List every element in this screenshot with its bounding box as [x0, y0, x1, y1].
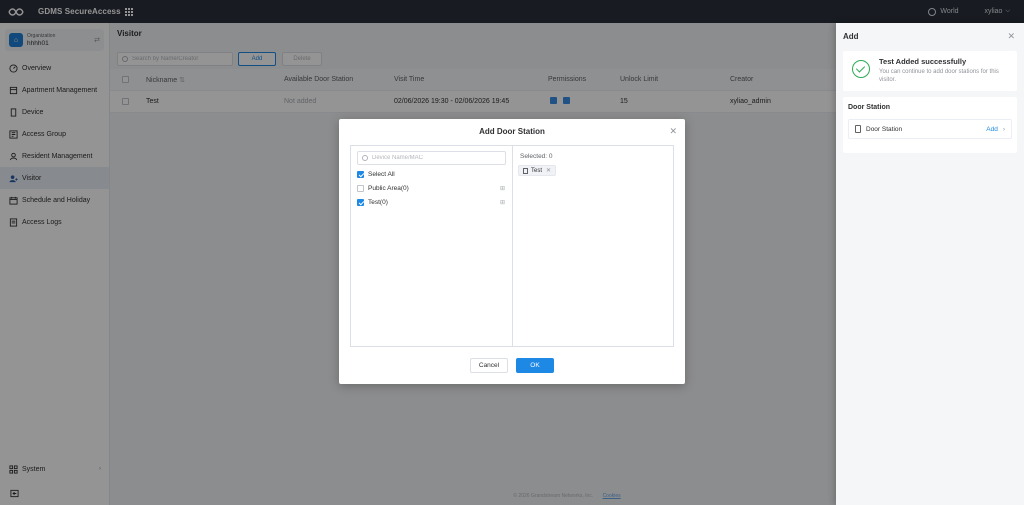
- ok-button[interactable]: OK: [516, 358, 554, 373]
- add-visitor-drawer: Add ✕ Test Added successfully You can co…: [836, 23, 1024, 505]
- building-icon: ⊞: [499, 185, 505, 192]
- select-all-row[interactable]: Select All: [357, 168, 509, 180]
- tree-item-checkbox[interactable]: [357, 198, 364, 206]
- dialog-title: Add Door Station: [479, 127, 545, 136]
- success-card: Test Added successfully You can continue…: [843, 51, 1017, 91]
- tree-item-label: Test(0): [368, 198, 388, 206]
- tree-item-checkbox[interactable]: [357, 184, 364, 192]
- device-search[interactable]: [357, 151, 506, 165]
- tree-item-test[interactable]: Test(0) ⊞: [357, 196, 509, 208]
- add-door-station-link[interactable]: Add: [986, 126, 998, 133]
- selected-panel: Selected: 0 Test ✕: [513, 146, 673, 346]
- device-tree-panel: Select All Public Area(0) ⊞ Test(0) ⊞: [351, 146, 513, 346]
- door-icon: [855, 125, 861, 133]
- door-station-section-title: Door Station: [848, 104, 890, 111]
- tree-item-label: Public Area(0): [368, 184, 409, 192]
- success-description: You can continue to add door stations fo…: [879, 69, 999, 83]
- select-all-label: Select All: [368, 170, 395, 178]
- dialog-close-icon[interactable]: ✕: [669, 126, 677, 137]
- tag-remove-icon[interactable]: ✕: [546, 167, 551, 174]
- cancel-button[interactable]: Cancel: [470, 358, 508, 373]
- building-icon: ⊞: [499, 199, 505, 206]
- device-search-input[interactable]: [372, 155, 502, 161]
- tree-item-public-area[interactable]: Public Area(0) ⊞: [357, 182, 509, 194]
- chevron-right-icon: ›: [1002, 125, 1005, 133]
- door-station-card: Door Station Door Station Add ›: [843, 97, 1017, 153]
- door-station-label: Door Station: [866, 125, 903, 133]
- drawer-title: Add: [843, 32, 859, 41]
- building-icon: [523, 167, 528, 174]
- transfer-panel: Select All Public Area(0) ⊞ Test(0) ⊞ Se…: [350, 145, 674, 347]
- add-door-station-dialog: Add Door Station ✕ Select All Public Are…: [339, 119, 685, 384]
- selected-count: Selected: 0: [520, 153, 553, 160]
- tag-label: Test: [531, 167, 543, 174]
- drawer-close-icon[interactable]: ✕: [1007, 31, 1015, 42]
- door-station-row[interactable]: Door Station Add ›: [848, 119, 1012, 139]
- selected-tag: Test ✕: [518, 165, 557, 176]
- success-title: Test Added successfully: [879, 57, 967, 66]
- select-all-checkbox[interactable]: [357, 170, 364, 178]
- success-check-icon: [852, 60, 870, 78]
- search-icon: [362, 155, 368, 161]
